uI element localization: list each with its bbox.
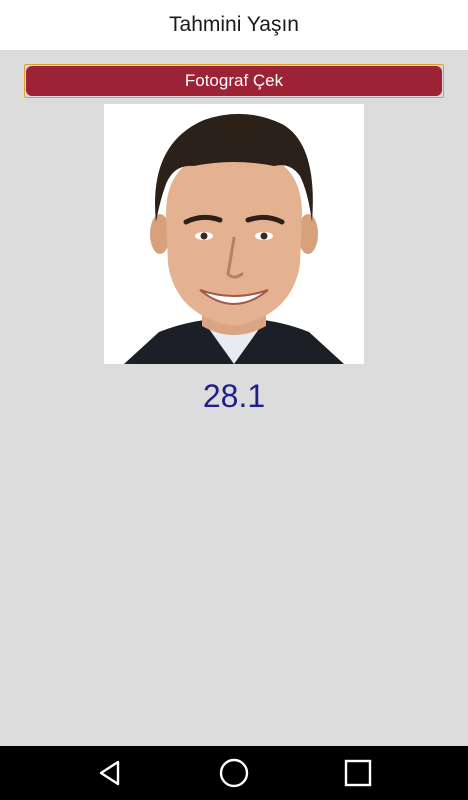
- recents-button[interactable]: [328, 746, 388, 800]
- title-bar: Tahmini Yaşın: [0, 0, 468, 50]
- app-screen: Tahmini Yaşın Fotograf Çek 28.1: [0, 0, 468, 800]
- home-icon: [219, 758, 249, 788]
- take-photo-button[interactable]: Fotograf Çek: [24, 64, 444, 98]
- back-icon: [99, 760, 120, 786]
- take-photo-button-label: Fotograf Çek: [26, 66, 442, 96]
- home-button[interactable]: [204, 746, 264, 800]
- system-navigation-bar: [0, 746, 468, 800]
- back-button[interactable]: [80, 746, 140, 800]
- estimated-age-value: 28.1: [202, 378, 266, 414]
- face-photo-illustration: [104, 104, 364, 364]
- face-photo: [104, 104, 364, 364]
- page-title: Tahmini Yaşın: [169, 13, 299, 36]
- recents-icon: [344, 759, 372, 787]
